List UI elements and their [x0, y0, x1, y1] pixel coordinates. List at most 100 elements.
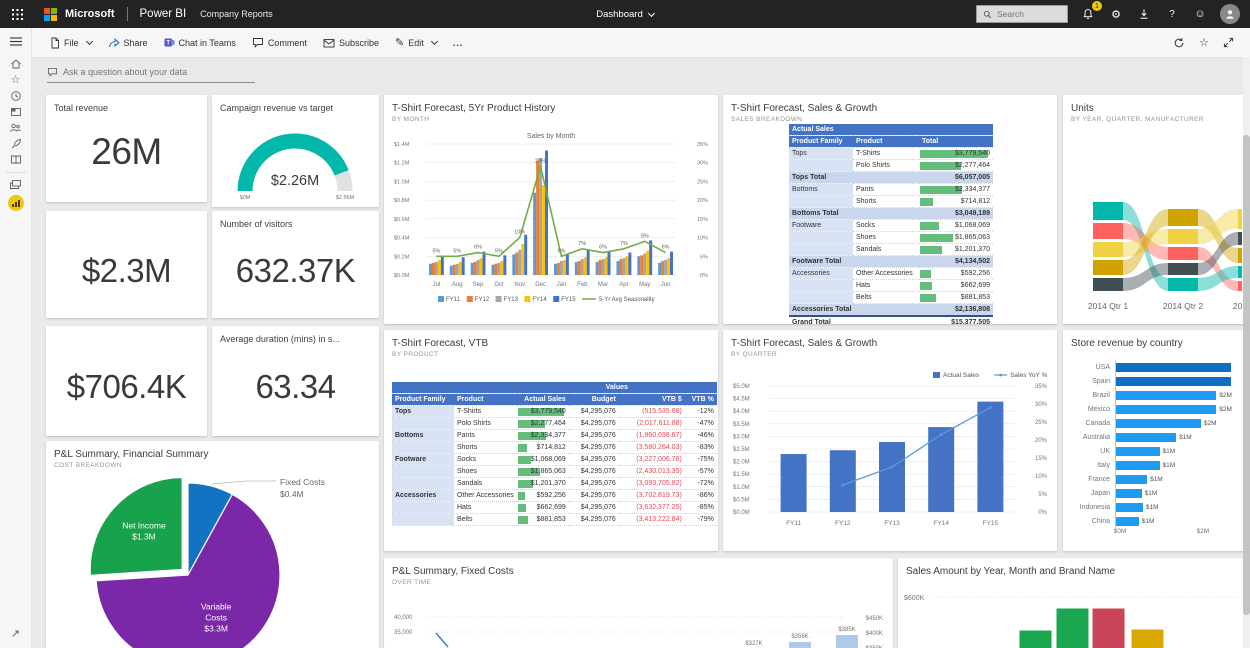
svg-text:$2.56M: $2.56M — [336, 195, 355, 201]
chat-in-teams-button[interactable]: T Chat in Teams — [156, 28, 244, 57]
nav-learn-button[interactable] — [5, 152, 27, 167]
tile-number-of-visitors[interactable]: Number of visitors 632.37K — [212, 211, 379, 318]
svg-text:9%: 9% — [641, 233, 649, 239]
qna-input[interactable] — [63, 67, 243, 77]
kpi-value: 632.37K — [212, 252, 379, 290]
svg-text:Actual Sales: Actual Sales — [943, 372, 980, 379]
svg-text:Dec: Dec — [535, 282, 546, 288]
open-external-button[interactable]: ↗ — [11, 627, 20, 640]
waffle-menu-icon[interactable] — [6, 3, 28, 25]
file-icon — [50, 37, 60, 49]
tile-total-revenue[interactable]: Total revenue 26M — [46, 95, 207, 202]
tile-title: Sales Amount by Year, Month and Brand Na… — [906, 566, 1242, 577]
vtb-table: ValuesProduct FamilyProductActual SalesB… — [392, 382, 717, 526]
vertical-scrollbar-thumb[interactable] — [1243, 135, 1250, 615]
tile-pnl-pie[interactable]: P&L Summary, Financial Summary COST BREA… — [46, 441, 379, 648]
nav-workspaces-button[interactable] — [5, 177, 27, 192]
tile-title: Units — [1071, 103, 1250, 114]
left-nav-sidebar: ☆ ↗ — [0, 28, 32, 648]
download-icon — [1138, 8, 1150, 20]
svg-text:Fixed Costs: Fixed Costs — [280, 477, 325, 487]
gauge-chart: $2.26M$0M$2.56M — [220, 117, 371, 206]
chevron-down-icon — [85, 38, 92, 45]
tile-subtitle: BY PRODUCT — [392, 351, 710, 358]
settings-button[interactable]: ⚙ — [1108, 6, 1124, 22]
svg-text:$2.5M: $2.5M — [733, 447, 750, 453]
svg-text:Jun: Jun — [661, 282, 671, 288]
nav-menu-button[interactable] — [5, 34, 27, 49]
svg-text:30%: 30% — [1035, 402, 1048, 408]
nav-goals-button[interactable] — [5, 136, 27, 151]
account-avatar[interactable] — [1220, 4, 1240, 24]
nav-home-button[interactable] — [5, 56, 27, 71]
tile-average-duration[interactable]: Average duration (mins) in s... 63.34 — [212, 326, 379, 436]
comment-icon — [252, 37, 264, 48]
tile-fixed-costs[interactable]: P&L Summary, Fixed Costs OVER TIME 40,00… — [384, 558, 893, 648]
svg-text:$356K: $356K — [791, 634, 808, 640]
svg-text:25%: 25% — [1035, 420, 1048, 426]
search-box[interactable] — [976, 5, 1068, 23]
tile-5yr-history[interactable]: T-Shirt Forecast, 5Yr Product History BY… — [384, 95, 718, 324]
subscribe-button[interactable]: Subscribe — [315, 28, 387, 57]
svg-text:5%: 5% — [495, 248, 503, 254]
more-options-button[interactable]: ... — [445, 28, 472, 57]
refresh-icon — [1173, 37, 1185, 49]
nav-recent-button[interactable] — [5, 88, 27, 103]
tile-sales-breakdown[interactable]: T-Shirt Forecast, Sales & Growth SALES B… — [723, 95, 1057, 324]
svg-text:5%: 5% — [453, 248, 461, 254]
board-icon — [10, 106, 22, 118]
tile-title: Total revenue — [54, 103, 199, 113]
notifications-button[interactable]: 1 — [1080, 6, 1096, 22]
svg-text:Oct: Oct — [494, 282, 504, 288]
home-icon — [10, 58, 22, 70]
svg-text:5%: 5% — [557, 248, 565, 254]
svg-text:6%: 6% — [662, 245, 670, 251]
tile-kpi-706k[interactable]: $706.4K — [46, 326, 207, 436]
fullscreen-button[interactable] — [1223, 37, 1234, 48]
svg-text:$2.26M: $2.26M — [271, 173, 319, 189]
nav-current-workspace-button[interactable] — [5, 193, 27, 213]
download-button[interactable] — [1136, 6, 1152, 22]
search-input[interactable] — [997, 9, 1057, 19]
qna-bar[interactable] — [47, 62, 255, 83]
chevron-down-icon — [431, 38, 438, 45]
top-nav-left: Microsoft Power BI Company Reports — [0, 3, 273, 25]
svg-text:$3.0M: $3.0M — [733, 434, 750, 440]
tile-store-revenue[interactable]: Store revenue by country USASpainBrazil$… — [1063, 330, 1250, 551]
svg-text:15%: 15% — [1035, 456, 1048, 462]
tile-sales-amount-waterfall[interactable]: Sales Amount by Year, Month and Brand Na… — [898, 558, 1250, 648]
tile-units-ribbon[interactable]: Units BY YEAR, QUARTER, MANUFACTURER 201… — [1063, 95, 1250, 324]
top-nav-right: 1 ⚙ ? ☺ — [976, 4, 1250, 24]
help-button[interactable]: ? — [1164, 6, 1180, 22]
svg-text:$1.0M: $1.0M — [394, 179, 410, 185]
nav-favorites-button[interactable]: ☆ — [5, 72, 27, 87]
tile-by-quarter[interactable]: T-Shirt Forecast, Sales & Growth BY QUAR… — [723, 330, 1057, 551]
svg-text:29%: 29% — [535, 158, 546, 164]
microsoft-wordmark: Microsoft — [65, 8, 115, 20]
partial-column-line-chart: 40,00035,000$450K$400K$350K$327K$356K$38… — [392, 586, 885, 648]
svg-text:15%: 15% — [697, 217, 708, 223]
refresh-button[interactable] — [1173, 37, 1185, 49]
feedback-button[interactable]: ☺ — [1192, 6, 1208, 22]
svg-text:$0.5M: $0.5M — [733, 497, 750, 503]
divider — [127, 7, 128, 21]
svg-text:10%: 10% — [697, 236, 708, 242]
share-button[interactable]: Share — [100, 28, 156, 57]
nav-create-button[interactable] — [5, 104, 27, 119]
bell-icon — [1082, 8, 1094, 20]
edit-menu-button[interactable]: ✎ Edit — [387, 28, 445, 57]
tile-kpi-2-3m[interactable]: $2.3M — [46, 211, 207, 318]
sidebar-divider — [6, 172, 26, 173]
vertical-scrollbar-track[interactable] — [1243, 57, 1250, 648]
tile-vtb-table[interactable]: T-Shirt Forecast, VTB BY PRODUCT ValuesP… — [384, 330, 718, 551]
dashboard-switcher[interactable]: Dashboard — [565, 9, 685, 20]
file-menu-button[interactable]: File — [42, 28, 100, 57]
powerbi-wordmark[interactable]: Power BI — [140, 8, 187, 20]
svg-text:FY14: FY14 — [532, 297, 547, 303]
comment-button[interactable]: Comment — [244, 28, 315, 57]
nav-shared-button[interactable] — [5, 120, 27, 135]
tile-campaign-gauge[interactable]: Campaign revenue vs target $2.26M$0M$2.5… — [212, 95, 379, 207]
app-name[interactable]: Company Reports — [200, 9, 273, 19]
svg-text:$600K: $600K — [904, 595, 925, 602]
favorite-star-button[interactable]: ☆ — [1199, 36, 1209, 49]
